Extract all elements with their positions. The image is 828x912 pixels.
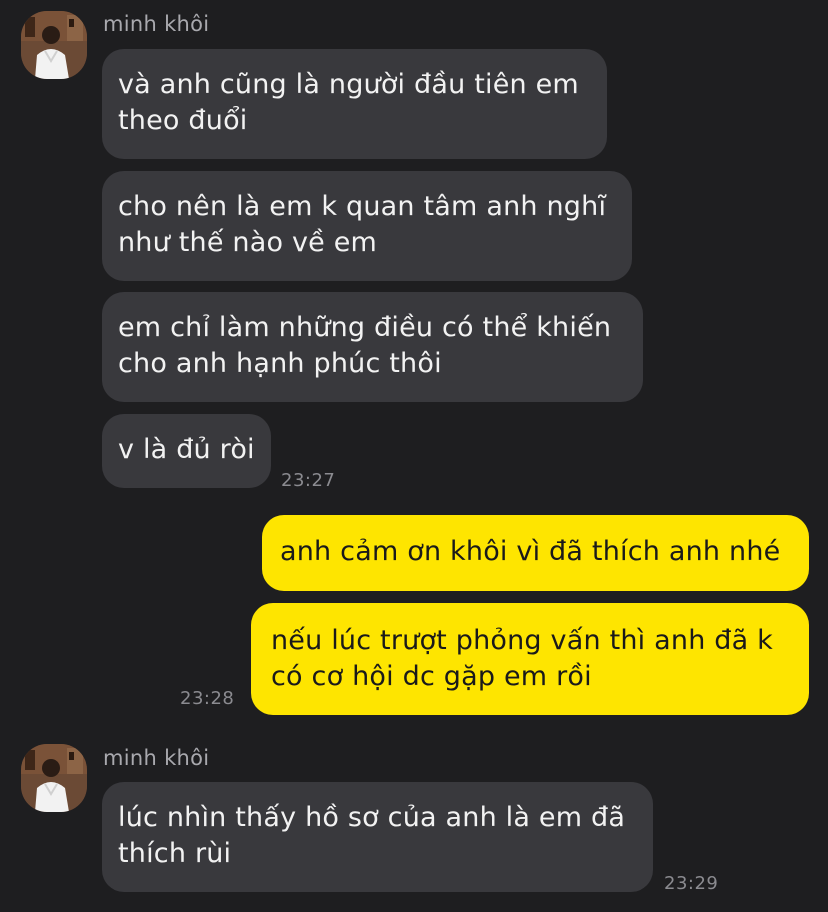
sender-name: minh khôi — [103, 746, 210, 770]
outgoing-message-bubble[interactable]: anh cảm ơn khôi vì đã thích anh nhé — [262, 515, 809, 591]
sender-avatar[interactable] — [21, 11, 87, 79]
message-timestamp: 23:27 — [281, 470, 336, 491]
outgoing-message-bubble[interactable]: nếu lúc trượt phỏng vấn thì anh đã k có … — [251, 603, 809, 715]
sender-name: minh khôi — [103, 12, 210, 36]
incoming-message-bubble[interactable]: cho nên là em k quan tâm anh nghĩ như th… — [102, 171, 632, 281]
incoming-message-bubble[interactable]: lúc nhìn thấy hồ sơ của anh là em đã thí… — [102, 782, 653, 892]
incoming-message-bubble[interactable]: em chỉ làm những điều có thể khiến cho a… — [102, 292, 643, 402]
sender-avatar[interactable] — [21, 744, 87, 812]
profile-photo-avatar-icon — [21, 744, 87, 812]
message-timestamp: 23:29 — [664, 873, 719, 894]
message-timestamp: 23:28 — [180, 688, 235, 709]
incoming-message-bubble[interactable]: v là đủ ròi — [102, 414, 271, 488]
incoming-message-bubble[interactable]: và anh cũng là người đầu tiên em theo đu… — [102, 49, 607, 159]
profile-photo-avatar-icon — [21, 11, 87, 79]
